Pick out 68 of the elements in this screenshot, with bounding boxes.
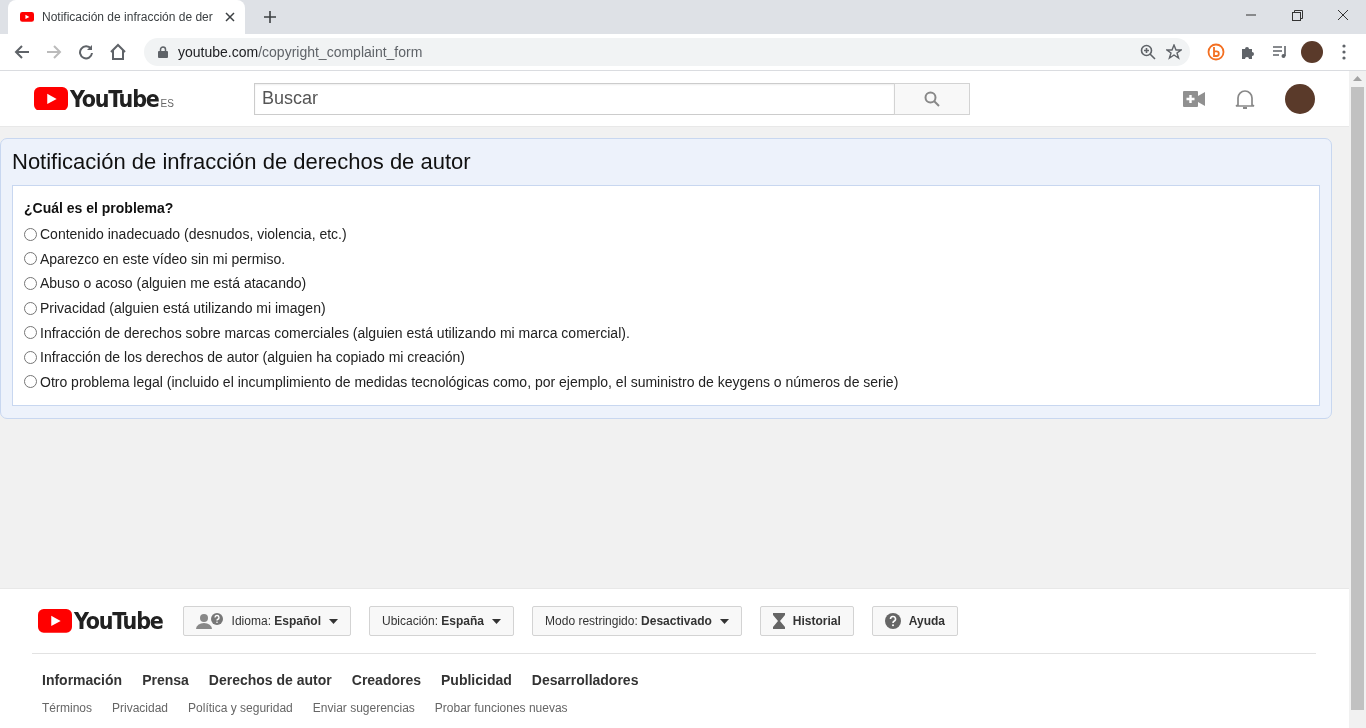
footer-link[interactable]: Desarrolladores [531, 672, 639, 688]
question-label: ¿Cuál es el problema? [24, 200, 174, 216]
tab-title: Notificación de infracción de der [42, 10, 214, 24]
close-icon[interactable] [225, 12, 235, 22]
bell-icon[interactable] [1235, 87, 1255, 110]
option-label[interactable]: Privacidad (alguien está utilizando mi imagen) [40, 300, 326, 317]
logo-wordmark[interactable]: YouTube [70, 85, 159, 112]
playlist-icon[interactable] [1272, 45, 1288, 59]
play-logo-icon [38, 609, 72, 633]
puzzle-icon[interactable] [1240, 44, 1256, 60]
option-label[interactable]: Infracción de derechos sobre marcas comerciales (alguien está utilizando mi marca comercial). [40, 324, 630, 341]
radio-button[interactable] [24, 350, 37, 364]
avatar-circle[interactable] [1301, 41, 1323, 63]
footer-link[interactable]: Política y seguridad [188, 701, 293, 715]
footer-link[interactable]: Creadores [351, 672, 422, 688]
caret-icon [492, 618, 502, 624]
search-field[interactable]: Buscar [254, 82, 894, 115]
radio-button[interactable] [24, 301, 37, 315]
radio-button[interactable] [24, 227, 37, 241]
avatar-circle[interactable] [1285, 83, 1315, 114]
radio-button[interactable] [24, 375, 37, 389]
reload-icon[interactable] [78, 44, 94, 60]
option-label[interactable]: Infracción de los derechos de autor (alguien ha copiado mi creación) [40, 349, 465, 366]
video-camera-plus-icon[interactable] [1183, 90, 1205, 107]
footer-link[interactable]: Privacidad [112, 701, 169, 715]
footer-link[interactable]: Enviar sugerencias [312, 701, 415, 715]
settings-dropdown[interactable]: Modo restringido: Desactivado [532, 606, 742, 636]
browser-tab[interactable]: Notificación de infracción de der [8, 0, 245, 34]
form-title: Notificación de infracción de derechos de autor [12, 149, 471, 175]
zoom-in-icon[interactable] [1140, 44, 1156, 60]
caret-icon [329, 618, 338, 624]
footer-link[interactable]: Prensa [142, 672, 189, 688]
footer-link[interactable]: Probar funciones nuevas [434, 701, 568, 715]
people-question-icon [195, 613, 224, 629]
region-code: ES [160, 97, 174, 109]
settings-dropdown[interactable]: Ubicación: España [369, 606, 515, 636]
help-icon [884, 613, 901, 629]
option-label[interactable]: Otro problema legal (incluido el incumplimiento de medidas tecnológicas como, por ejemplo, el suministro de keygens o números de serie) [40, 373, 899, 390]
language-dropdown[interactable]: Idioma: Español [182, 606, 351, 636]
caret-icon [719, 618, 729, 624]
footer-link[interactable]: Términos [42, 701, 92, 715]
footer-link[interactable]: Información [42, 672, 123, 688]
option-label[interactable]: Abuso o acoso (alguien me está atacando) [40, 275, 307, 292]
history-button[interactable]: Historial [759, 606, 854, 636]
lock-icon [158, 46, 168, 58]
home-icon[interactable] [109, 43, 127, 61]
address-bar[interactable]: youtube.com/copyright_complaint_form [144, 38, 1190, 66]
radio-button[interactable] [24, 252, 37, 266]
footer-link[interactable]: Derechos de autor [208, 672, 332, 688]
back-arrow-icon[interactable] [14, 44, 30, 60]
footer-logo-wordmark[interactable]: YouTube [74, 608, 163, 634]
hourglass-icon [772, 613, 785, 629]
star-icon[interactable] [1166, 44, 1182, 60]
play-logo-icon [34, 86, 68, 111]
url-text: youtube.com/copyright_complaint_form [178, 44, 424, 60]
search-button[interactable] [894, 82, 970, 115]
extension-circle-icon[interactable] [1207, 43, 1225, 61]
menu-icon[interactable] [1342, 44, 1346, 60]
option-label[interactable]: Contenido inadecuado (desnudos, violencia, etc.) [40, 226, 347, 243]
radio-button[interactable] [24, 277, 37, 290]
radio-button[interactable] [24, 326, 37, 340]
play-logo-icon [20, 12, 34, 22]
help-button[interactable]: Ayuda [871, 606, 959, 636]
search-icon [924, 90, 940, 107]
new-tab-icon[interactable] [263, 10, 277, 24]
footer-link[interactable]: Publicidad [441, 672, 512, 688]
option-label[interactable]: Aparezco en este vídeo sin mi permiso. [40, 250, 286, 267]
scrollbar-thumb[interactable] [1351, 87, 1364, 710]
